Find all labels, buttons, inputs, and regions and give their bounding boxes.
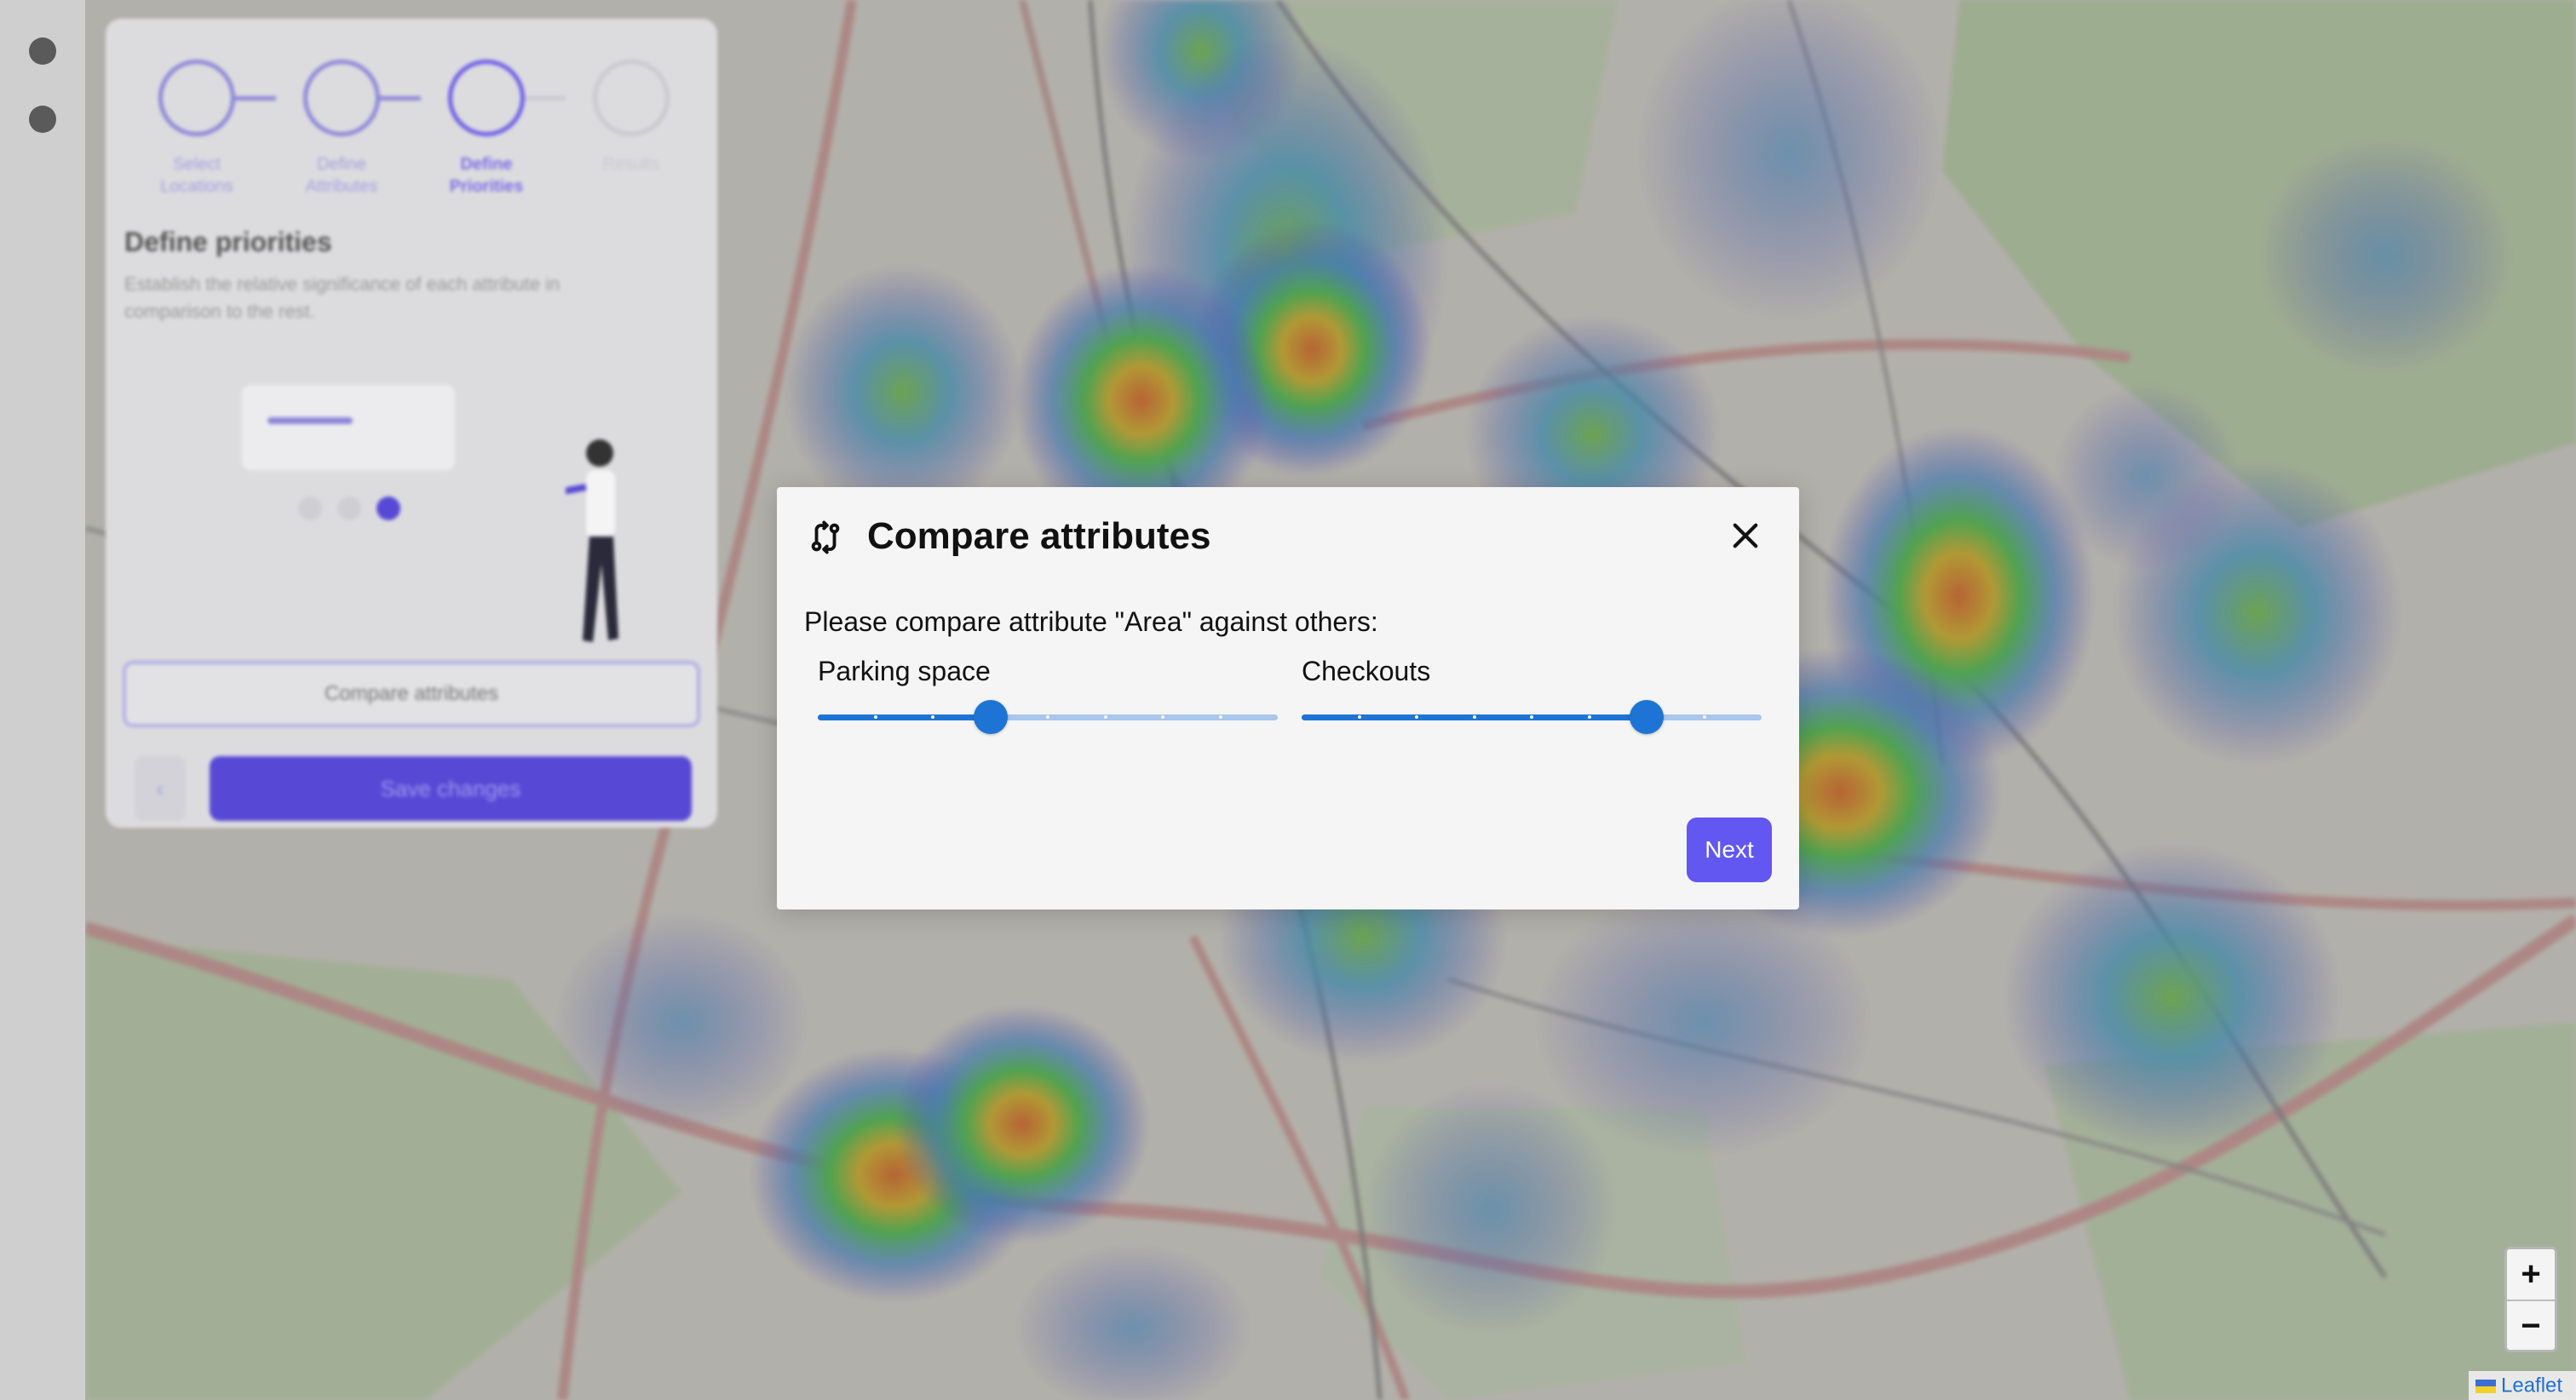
slider-tick: [1218, 715, 1222, 719]
parking-space-slider[interactable]: [818, 700, 1278, 734]
slider-tick: [1357, 715, 1361, 719]
close-icon[interactable]: [1728, 518, 1763, 554]
slider-tick: [1702, 715, 1706, 719]
step-label: Define Priorities: [449, 155, 524, 196]
slider-tick: [931, 715, 934, 719]
checkouts-slider[interactable]: [1302, 700, 1762, 734]
left-rail: [0, 0, 85, 1400]
illustration-dot: [298, 496, 322, 520]
panel-description: Establish the relative significance of e…: [124, 273, 561, 322]
ukraine-flag-icon: [2475, 1379, 2496, 1393]
panel-title: Define priorities: [124, 227, 332, 257]
dialog-title: Compare attributes: [867, 515, 1211, 557]
illustration-card: [242, 385, 455, 470]
illustration-dot: [377, 496, 400, 520]
dialog-prompt: Please compare attribute "Area" against …: [804, 606, 1378, 637]
slider-tick: [1587, 715, 1591, 719]
step-select-locations[interactable]: [158, 60, 235, 136]
back-button[interactable]: ‹: [135, 756, 186, 821]
step-label: Define Attributes: [305, 155, 378, 196]
illustration-dot: [337, 496, 361, 520]
zoom-control: + −: [2504, 1247, 2557, 1352]
slider-tick: [1472, 715, 1476, 719]
zoom-in-button[interactable]: +: [2507, 1249, 2555, 1300]
slider-fill: [818, 714, 991, 720]
location-icon[interactable]: [29, 37, 56, 65]
slider-label: Checkouts: [1302, 656, 1431, 686]
step-results[interactable]: [593, 60, 670, 136]
illustration-bar: [267, 417, 353, 424]
slider-tick: [1530, 715, 1533, 719]
save-changes-button[interactable]: Save changes: [210, 756, 692, 821]
user-icon[interactable]: [29, 106, 56, 133]
compare-icon: [811, 520, 840, 554]
side-panel: Select Locations Define Attributes Defin…: [106, 19, 717, 828]
compare-attributes-button[interactable]: Compare attributes: [123, 661, 700, 727]
slider-tick: [1103, 715, 1107, 719]
person-illustration: [566, 439, 618, 642]
step-define-attributes[interactable]: [303, 60, 380, 136]
slider-label: Parking space: [818, 656, 991, 686]
slider-tick: [873, 715, 877, 719]
map-attribution: Leaflet: [2469, 1371, 2576, 1400]
step-define-priorities[interactable]: [448, 60, 525, 136]
zoom-out-button[interactable]: −: [2507, 1300, 2555, 1350]
step-label: Results: [602, 155, 660, 174]
step-label: Select Locations: [160, 155, 233, 196]
compare-attributes-dialog: Compare attributes Please compare attrib…: [777, 487, 1799, 909]
slider-tick: [1161, 715, 1164, 719]
slider-tick: [1415, 715, 1418, 719]
slider-thumb[interactable]: [1630, 700, 1664, 734]
slider-tick: [1046, 715, 1049, 719]
leaflet-link[interactable]: Leaflet: [2501, 1374, 2562, 1397]
next-button[interactable]: Next: [1687, 818, 1772, 882]
slider-thumb[interactable]: [973, 700, 1008, 734]
